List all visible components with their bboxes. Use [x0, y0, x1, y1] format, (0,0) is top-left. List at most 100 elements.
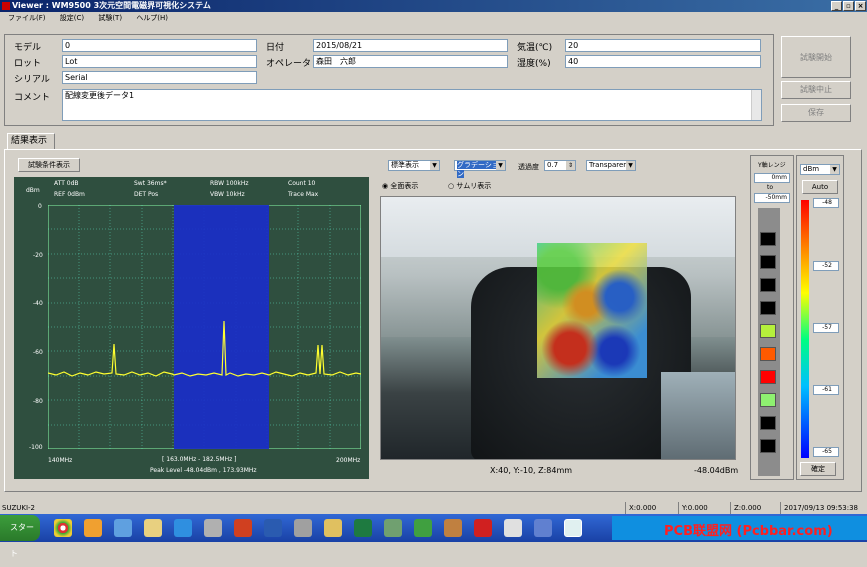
date-field[interactable]: 2015/08/21 — [313, 39, 508, 52]
maximize-button[interactable]: ▫ — [843, 1, 854, 11]
coord-readout: X:40, Y:-10, Z:84mm — [490, 466, 573, 475]
word-icon[interactable] — [264, 519, 282, 537]
comment-label: コメント — [14, 93, 51, 103]
close-button[interactable]: × — [855, 1, 866, 11]
y-tick-3: -60 — [33, 349, 43, 356]
menu-help[interactable]: ヘルプ(H) — [136, 14, 168, 22]
operator-field[interactable]: 森田 六郎 — [313, 55, 508, 68]
model-label: モデル — [14, 43, 42, 53]
cube-app-icon[interactable] — [504, 519, 522, 537]
excel-icon[interactable] — [354, 519, 372, 537]
menu-file[interactable]: ファイル(F) — [8, 14, 46, 22]
spectrum-graph — [48, 205, 361, 449]
start-button[interactable]: スタート — [0, 515, 40, 558]
confirm-button[interactable]: 確定 — [800, 462, 836, 476]
level-readout: -48.04dBm — [694, 466, 739, 475]
menu-test[interactable]: 試験(T) — [98, 14, 122, 22]
serial-field[interactable]: Serial — [62, 71, 257, 84]
tab-results[interactable]: 結果表示 — [7, 133, 55, 149]
humidity-field[interactable]: 40 — [565, 55, 761, 68]
window-title: Viewer : WM9500 3次元空間電磁界可視化システム — [12, 1, 211, 10]
layer-swatch[interactable] — [760, 324, 776, 338]
comment-scrollbar[interactable] — [751, 90, 761, 120]
transparency-spinner[interactable]: 0.7 ⇕ — [544, 160, 576, 171]
lot-field[interactable]: Lot — [62, 55, 257, 68]
y-range-to-label: to — [767, 184, 774, 191]
app-icon-12[interactable] — [384, 519, 402, 537]
viewer-app-icon[interactable] — [564, 519, 582, 537]
stop-test-button[interactable]: 試験中止 — [781, 81, 851, 99]
paint-icon[interactable] — [324, 519, 342, 537]
device-photo-view[interactable] — [380, 196, 736, 460]
unit-combo-value: dBm — [803, 165, 820, 173]
internet-explorer-icon[interactable] — [174, 519, 192, 537]
y-range-top-field[interactable]: 0mm — [754, 173, 790, 183]
layer-swatch[interactable] — [760, 278, 776, 292]
folder-icon[interactable] — [144, 519, 162, 537]
count-text: Count 10 — [288, 180, 316, 187]
color-scale-panel: dBm ▼ Auto -48 -52 -57 -61 -65 — [796, 155, 844, 480]
menu-bar: ファイル(F) 設定(C) 試験(T) ヘルプ(H) — [0, 12, 867, 25]
layer-swatch[interactable] — [760, 255, 776, 269]
colormap-combo[interactable]: グラデーション ▼ — [454, 160, 506, 178]
layer-column — [758, 208, 780, 476]
window-titlebar: Viewer : WM9500 3次元空間電磁界可視化システム _ ▫ × — [0, 0, 867, 12]
powerpoint-icon[interactable] — [234, 519, 252, 537]
chevron-down-icon: ▼ — [626, 161, 635, 170]
selected-band[interactable] — [174, 205, 269, 449]
dbm-unit-label: dBm — [26, 187, 40, 194]
trace-text: Trace Max — [288, 191, 319, 198]
scale-label-2: -52 — [813, 261, 839, 271]
x-end-label: 200MHz — [336, 457, 361, 464]
spectrum-panel: dBm ATT 0dB REF 0dBm Swt 36ms* DET Pos R… — [14, 177, 369, 479]
app-icon-17[interactable] — [534, 519, 552, 537]
radio-thumbnail-view[interactable]: ○ サムリ表示 — [448, 181, 491, 191]
radio-thumb-label: サムリ表示 — [456, 182, 492, 190]
display-mode-combo[interactable]: 標準表示 ▼ — [388, 160, 440, 171]
triangle-app-icon[interactable] — [414, 519, 432, 537]
blend-mode-value: Transparent — [589, 161, 631, 169]
y-range-bottom-field[interactable]: -50mm — [754, 193, 790, 203]
menu-settings[interactable]: 設定(C) — [60, 14, 84, 22]
temp-field[interactable]: 20 — [565, 39, 761, 52]
color-scale-bar — [801, 200, 809, 458]
radio-all-label: 全面表示 — [390, 182, 419, 190]
comment-field[interactable]: 配線変更後データ1 — [62, 89, 762, 121]
chrome-icon[interactable] — [54, 519, 72, 537]
chevron-down-icon: ▼ — [496, 161, 505, 170]
save-button[interactable]: 保存 — [781, 104, 851, 122]
layer-swatch[interactable] — [760, 416, 776, 430]
ref-text: REF 0dBm — [54, 191, 85, 198]
taskbar: スタート PCB联盟网 (Pcbbar.com) — [0, 514, 867, 558]
layer-swatch[interactable] — [760, 347, 776, 361]
y-tick-2: -40 — [33, 300, 43, 307]
layer-swatch[interactable] — [760, 439, 776, 453]
app-icon-6[interactable] — [204, 519, 222, 537]
arrow-app-icon[interactable] — [114, 519, 132, 537]
unit-combo[interactable]: dBm ▼ — [800, 164, 840, 175]
model-field[interactable]: 0 — [62, 39, 257, 52]
swt-text: Swt 36ms* — [134, 180, 167, 187]
layer-swatch[interactable] — [760, 301, 776, 315]
water-area — [661, 372, 735, 459]
status-bar: SUZUKI-2 X:0.000 Y:0.000 Z:0.000 2017/09… — [0, 502, 867, 514]
layer-swatch[interactable] — [760, 393, 776, 407]
blend-mode-combo[interactable]: Transparent ▼ — [586, 160, 636, 171]
acrobat-icon[interactable] — [474, 519, 492, 537]
test-conditions-button[interactable]: 試験条件表示 — [18, 158, 80, 172]
app-icon-14[interactable] — [444, 519, 462, 537]
operator-label: オペレータ — [266, 59, 312, 69]
layer-swatch[interactable] — [760, 370, 776, 384]
auto-button[interactable]: Auto — [802, 180, 838, 194]
start-test-button[interactable]: 試験開始 — [781, 36, 851, 78]
radio-all-view[interactable]: ◉ 全面表示 — [382, 181, 418, 191]
webcam-icon[interactable] — [294, 519, 312, 537]
media-player-icon[interactable] — [84, 519, 102, 537]
y-tick-0: 0 — [38, 203, 42, 210]
layer-swatch[interactable] — [760, 232, 776, 246]
minimize-button[interactable]: _ — [831, 1, 842, 11]
vbw-text: VBW 10kHz — [210, 191, 245, 198]
att-text: ATT 0dB — [54, 180, 79, 187]
date-label: 日付 — [266, 43, 285, 53]
chevron-down-icon: ▼ — [830, 165, 839, 174]
